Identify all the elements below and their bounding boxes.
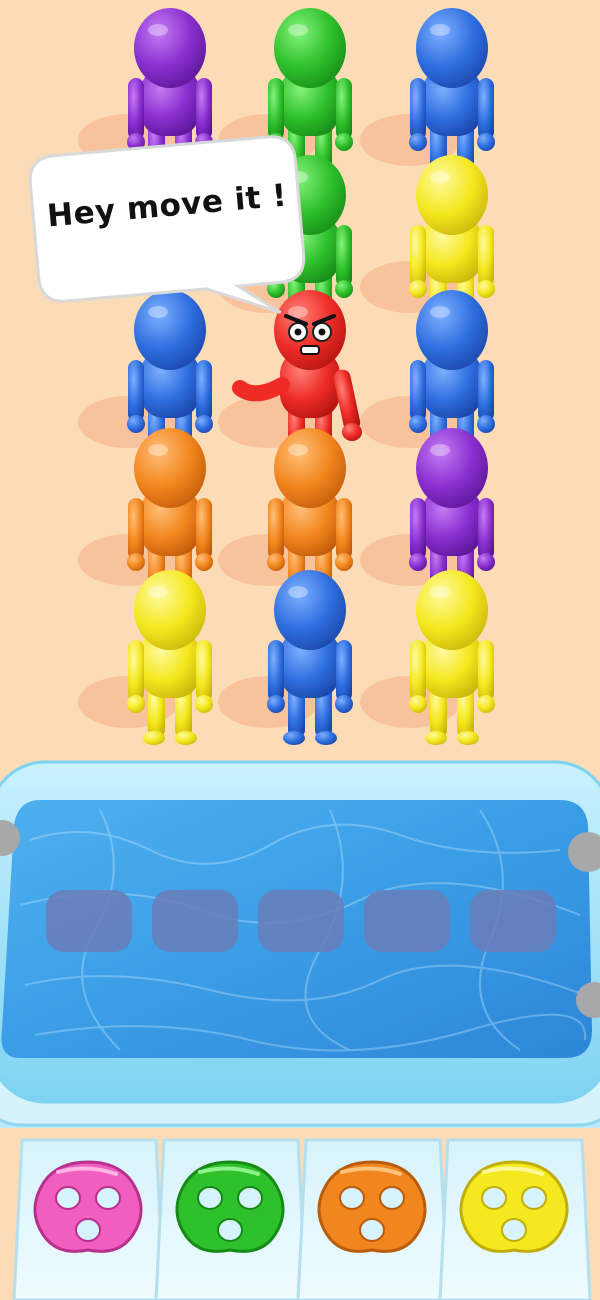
character-crowd	[127, 8, 495, 745]
empty-slot[interactable]	[152, 890, 238, 952]
speech-bubble: Hey move it !	[34, 144, 300, 296]
pool	[0, 760, 600, 1142]
inventory-tray	[0, 1128, 600, 1300]
empty-slot[interactable]	[46, 890, 132, 952]
pool-slots	[46, 890, 556, 952]
green-float-ring[interactable]	[175, 1160, 285, 1253]
empty-slot[interactable]	[470, 890, 556, 952]
speech-bubble-text: Hey move it !	[45, 177, 289, 235]
yellow-float-ring[interactable]	[459, 1160, 569, 1253]
pink-float-ring[interactable]	[33, 1160, 143, 1253]
orange-float-ring[interactable]	[317, 1160, 427, 1253]
empty-slot[interactable]	[364, 890, 450, 952]
empty-slot[interactable]	[258, 890, 344, 952]
